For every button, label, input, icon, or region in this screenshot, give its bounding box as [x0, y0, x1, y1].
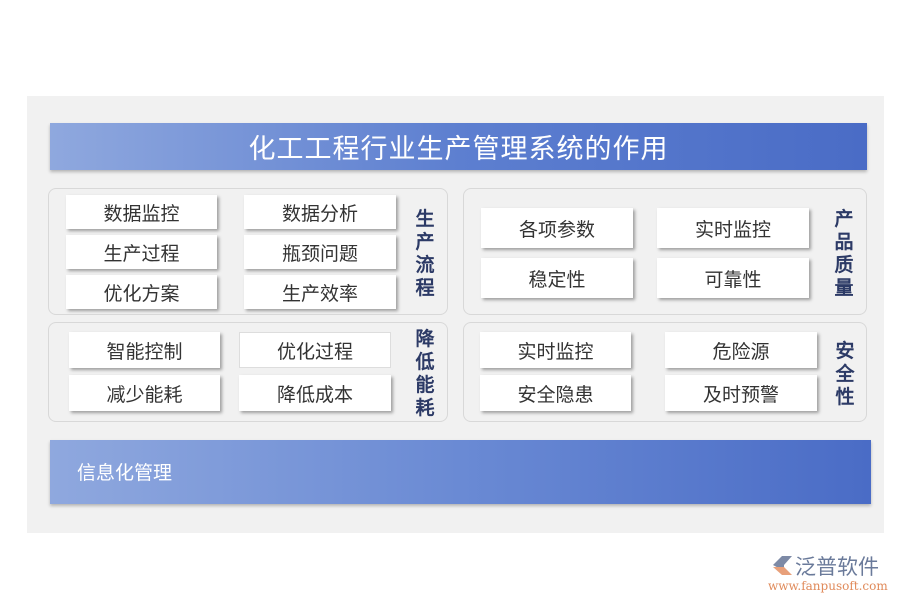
item-box-product-quality: 各项参数 [481, 208, 633, 248]
item-box-energy-reduction: 降低成本 [239, 375, 391, 411]
item-box-production-flow: 瓶颈问题 [244, 235, 396, 269]
panel-label-product-quality: 产品质量 [832, 208, 856, 300]
item-box-safety: 实时监控 [480, 332, 631, 368]
item-box-product-quality: 实时监控 [657, 208, 809, 248]
item-box-energy-reduction: 减少能耗 [69, 375, 220, 411]
panel-label-production-flow: 生产流程 [413, 208, 437, 300]
item-box-production-flow: 数据分析 [244, 195, 396, 229]
bottom-bar [50, 440, 871, 504]
panel-label-safety: 安全性 [833, 340, 857, 409]
item-box-production-flow: 生产效率 [244, 275, 396, 309]
item-box-product-quality: 稳定性 [481, 258, 633, 298]
item-box-energy-reduction: 智能控制 [69, 332, 220, 368]
item-box-safety: 安全隐患 [480, 375, 631, 411]
bottom-bar-label: 信息化管理 [77, 458, 172, 485]
item-box-production-flow: 数据监控 [66, 195, 217, 229]
logo-name: 泛普软件 [795, 551, 879, 581]
logo-url: www.fanpusoft.com [768, 579, 888, 593]
item-box-safety: 危险源 [665, 332, 817, 368]
item-box-production-flow: 优化方案 [66, 275, 217, 309]
diagram-title: 化工工程行业生产管理系统的作用 [50, 123, 867, 170]
panel-label-energy-reduction: 降低能耗 [413, 328, 437, 420]
item-box-safety: 及时预警 [665, 375, 817, 411]
item-box-product-quality: 可靠性 [657, 258, 809, 298]
item-box-production-flow: 生产过程 [66, 235, 217, 269]
item-box-energy-reduction: 优化过程 [239, 332, 391, 368]
